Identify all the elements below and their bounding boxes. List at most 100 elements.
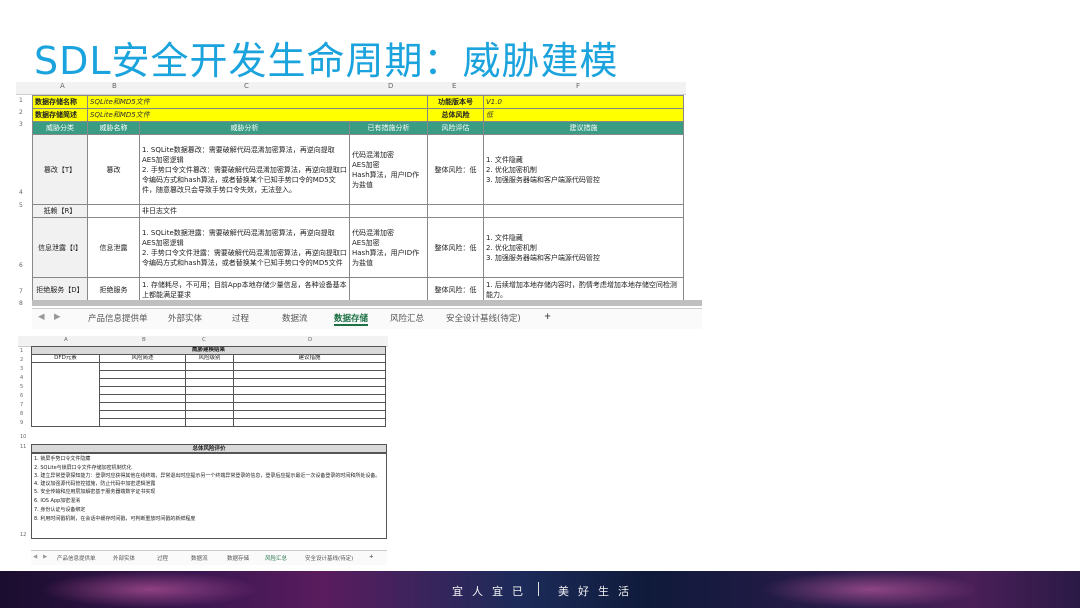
footer-divider <box>538 582 539 596</box>
header-risk-assessment: 风险评估 <box>427 121 484 135</box>
add-sheet-button[interactable]: + <box>544 312 551 322</box>
col-letter: D <box>308 337 313 343</box>
risk-cell[interactable] <box>427 204 484 218</box>
sheet-tab[interactable]: 数据存储 <box>227 554 249 562</box>
empty-cell[interactable] <box>99 410 186 419</box>
threat-category-cell[interactable]: 篡改【T】 <box>32 134 88 205</box>
tab-scroll-right-icon[interactable]: ▶ <box>43 554 47 560</box>
col-letter: C <box>244 82 249 90</box>
empty-cell[interactable] <box>185 394 234 403</box>
overall-risk-list[interactable]: 1. 锁屏手势口令文件隐藏 2. SQLite与锁屏口令文件存储加密机制优化 3… <box>31 453 387 539</box>
footer-banner: 宜人宜已 美好生活 <box>0 571 1080 608</box>
sheet-tab[interactable]: 产品信息提供单 <box>88 312 148 324</box>
sheet-tab[interactable]: 安全设计基线(待定) <box>305 554 353 562</box>
empty-cell[interactable] <box>233 394 386 403</box>
tab-scroll-left-icon[interactable]: ◀ <box>38 312 45 322</box>
store-desc-value[interactable]: SQLite和MD5文件 <box>87 108 428 122</box>
row-number: 11 <box>20 444 27 450</box>
empty-cell[interactable] <box>99 418 186 427</box>
empty-cell[interactable] <box>233 410 386 419</box>
risk-item: 3. 建立异常登录探知能力：登录时应获得其他在线终端，异常退出时应提示另一个终端… <box>34 472 381 479</box>
measures-cell[interactable] <box>349 204 428 218</box>
advice-cell[interactable]: 1. 文件隐藏 2. 优化加密机制 3. 加强服务器端和客户端源代码管控 <box>483 217 684 278</box>
measures-cell[interactable]: 代码混淆加密 AES加密 Hash算法，用户ID作为盐值 <box>349 217 428 278</box>
sheet-tab[interactable]: 安全设计基线(待定) <box>446 312 521 324</box>
threat-name-cell[interactable]: 篡改 <box>87 134 140 205</box>
empty-cell[interactable] <box>233 378 386 387</box>
empty-cell[interactable] <box>185 362 234 371</box>
empty-cell[interactable] <box>185 370 234 379</box>
threat-category-cell[interactable]: 信息泄露【I】 <box>32 217 88 278</box>
threat-analysis-cell[interactable]: 1. SQLite数据泄露：需要破解代码混淆加密算法，再逆向提取AES加密逻辑 … <box>139 217 350 278</box>
sheet-tab[interactable]: 产品信息提供单 <box>57 554 96 562</box>
risk-cell[interactable]: 整体风险：低 <box>427 217 484 278</box>
risk-item: 6. IOS App加密混淆 <box>34 498 81 505</box>
empty-cell[interactable] <box>185 410 234 419</box>
horizontal-scrollbar[interactable] <box>32 300 702 306</box>
store-name-value[interactable]: SQLite和MD5文件 <box>87 95 428 109</box>
threat-name-cell[interactable] <box>87 204 140 218</box>
empty-cell[interactable] <box>233 386 386 395</box>
add-sheet-button[interactable]: + <box>369 554 374 560</box>
empty-cell[interactable] <box>185 386 234 395</box>
sheet-tab[interactable]: 过程 <box>232 312 249 324</box>
threat-category-cell[interactable]: 抵赖【R】 <box>32 204 88 218</box>
measures-cell[interactable] <box>349 277 428 302</box>
version-value[interactable]: V1.0 <box>483 95 684 109</box>
sheet-tab-bar: ◀ ▶ 产品信息提供单 外部实体 过程 数据流 数据存储 风险汇总 安全设计基线… <box>32 308 702 329</box>
row-number: 6 <box>19 262 23 269</box>
row-number: 2 <box>19 109 23 116</box>
tab-scroll-left-icon[interactable]: ◀ <box>33 554 37 560</box>
empty-cell[interactable] <box>99 378 186 387</box>
measures-cell[interactable]: 代码混淆加密 AES加密 Hash算法，用户ID作为盐值 <box>349 134 428 205</box>
advice-cell[interactable]: 1. 文件隐藏 2. 优化加密机制 3. 加强服务器端和客户端源代码管控 <box>483 134 684 205</box>
empty-cell[interactable] <box>233 402 386 411</box>
empty-cell[interactable] <box>233 418 386 427</box>
threat-category-cell[interactable]: 拒绝服务【D】 <box>32 277 88 302</box>
sheet-tab[interactable]: 过程 <box>157 554 168 562</box>
threat-analysis-cell[interactable]: 1. SQLite数据篡改：需要破解代码混淆加密算法，再逆向提取AES加密逻辑 … <box>139 134 350 205</box>
empty-cell[interactable] <box>185 378 234 387</box>
risk-cell[interactable]: 整体风险：低 <box>427 277 484 302</box>
sheet-tab-active[interactable]: 数据存储 <box>334 312 369 326</box>
sheet-tab[interactable]: 数据流 <box>282 312 308 324</box>
threat-table: 数据存储名称 SQLite和MD5文件 功能版本号 V1.0 数据存储简述 SQ… <box>32 95 684 302</box>
row-number: 7 <box>19 288 23 295</box>
empty-cell[interactable] <box>99 394 186 403</box>
advice-cell[interactable] <box>483 204 684 218</box>
empty-cell[interactable] <box>99 386 186 395</box>
row-number: 7 <box>20 402 24 408</box>
row-number: 8 <box>20 411 24 417</box>
tab-scroll-right-icon[interactable]: ▶ <box>54 312 61 322</box>
sheet-tab[interactable]: 外部实体 <box>168 312 202 324</box>
empty-cell[interactable] <box>99 362 186 371</box>
risk-item: 1. 锁屏手势口令文件隐藏 <box>34 456 91 462</box>
store-desc-label: 数据存储简述 <box>32 108 88 122</box>
threat-name-cell[interactable]: 信息泄露 <box>87 217 140 278</box>
empty-cell[interactable] <box>233 370 386 379</box>
empty-cell[interactable] <box>185 418 234 427</box>
empty-cell[interactable] <box>31 362 100 427</box>
sheet-tab[interactable]: 数据流 <box>191 554 208 562</box>
threat-name-cell[interactable]: 拒绝服务 <box>87 277 140 302</box>
header-existing-measures: 已有措施分析 <box>349 121 428 135</box>
empty-cell[interactable] <box>99 370 186 379</box>
risk-item: 8. 利用时间戳机制，在会话中缓存时间戳，可判断重放时间戳的新鲜程度 <box>34 515 196 522</box>
overall-risk-value[interactable]: 低 <box>483 108 684 122</box>
sheet-tab[interactable]: 风险汇总 <box>390 312 424 324</box>
col-letter: B <box>112 82 117 90</box>
col-letter: B <box>142 337 146 343</box>
advice-cell[interactable]: 1. 后续增加本地存储内容时，酌情考虑增加本地存储空间检测能力。 <box>483 277 684 302</box>
footer-slogan-right: 美好生活 <box>558 585 638 598</box>
sheet-tab-active[interactable]: 风险汇总 <box>265 554 287 562</box>
threat-analysis-cell[interactable]: 非日志文件 <box>139 204 350 218</box>
row-number: 1 <box>19 97 23 104</box>
header-advice: 建议措施 <box>233 354 386 363</box>
empty-cell[interactable] <box>185 402 234 411</box>
risk-cell[interactable]: 整体风险：低 <box>427 134 484 205</box>
page-title: SDL安全开发生命周期：威胁建模 <box>34 39 619 83</box>
empty-cell[interactable] <box>99 402 186 411</box>
empty-cell[interactable] <box>233 362 386 371</box>
threat-analysis-cell[interactable]: 1. 存储耗尽，不可用；目前App本地存储少量信息，各种设备基本上都能满足要求 <box>139 277 350 302</box>
sheet-tab[interactable]: 外部实体 <box>113 554 135 562</box>
